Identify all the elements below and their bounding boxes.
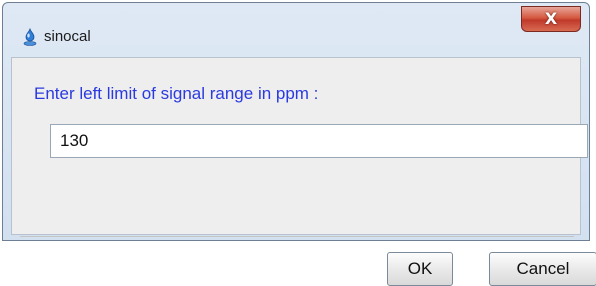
sinocal-app-icon — [23, 28, 37, 46]
close-icon: X — [544, 9, 558, 28]
close-button[interactable]: X — [521, 6, 581, 32]
window-title: sinocal — [44, 28, 91, 45]
dialog-content: Enter left limit of signal range in ppm … — [11, 57, 596, 286]
title-bar[interactable]: sinocal X — [3, 3, 589, 57]
cancel-button[interactable]: Cancel — [489, 252, 596, 286]
ppm-input-field[interactable]: 130 — [50, 124, 588, 158]
dialog-window: sinocal X Enter left limit of signal ran… — [2, 2, 596, 286]
button-separator — [20, 236, 574, 237]
prompt-label: Enter left limit of signal range in ppm … — [34, 84, 319, 103]
ok-button[interactable]: OK — [387, 252, 453, 286]
